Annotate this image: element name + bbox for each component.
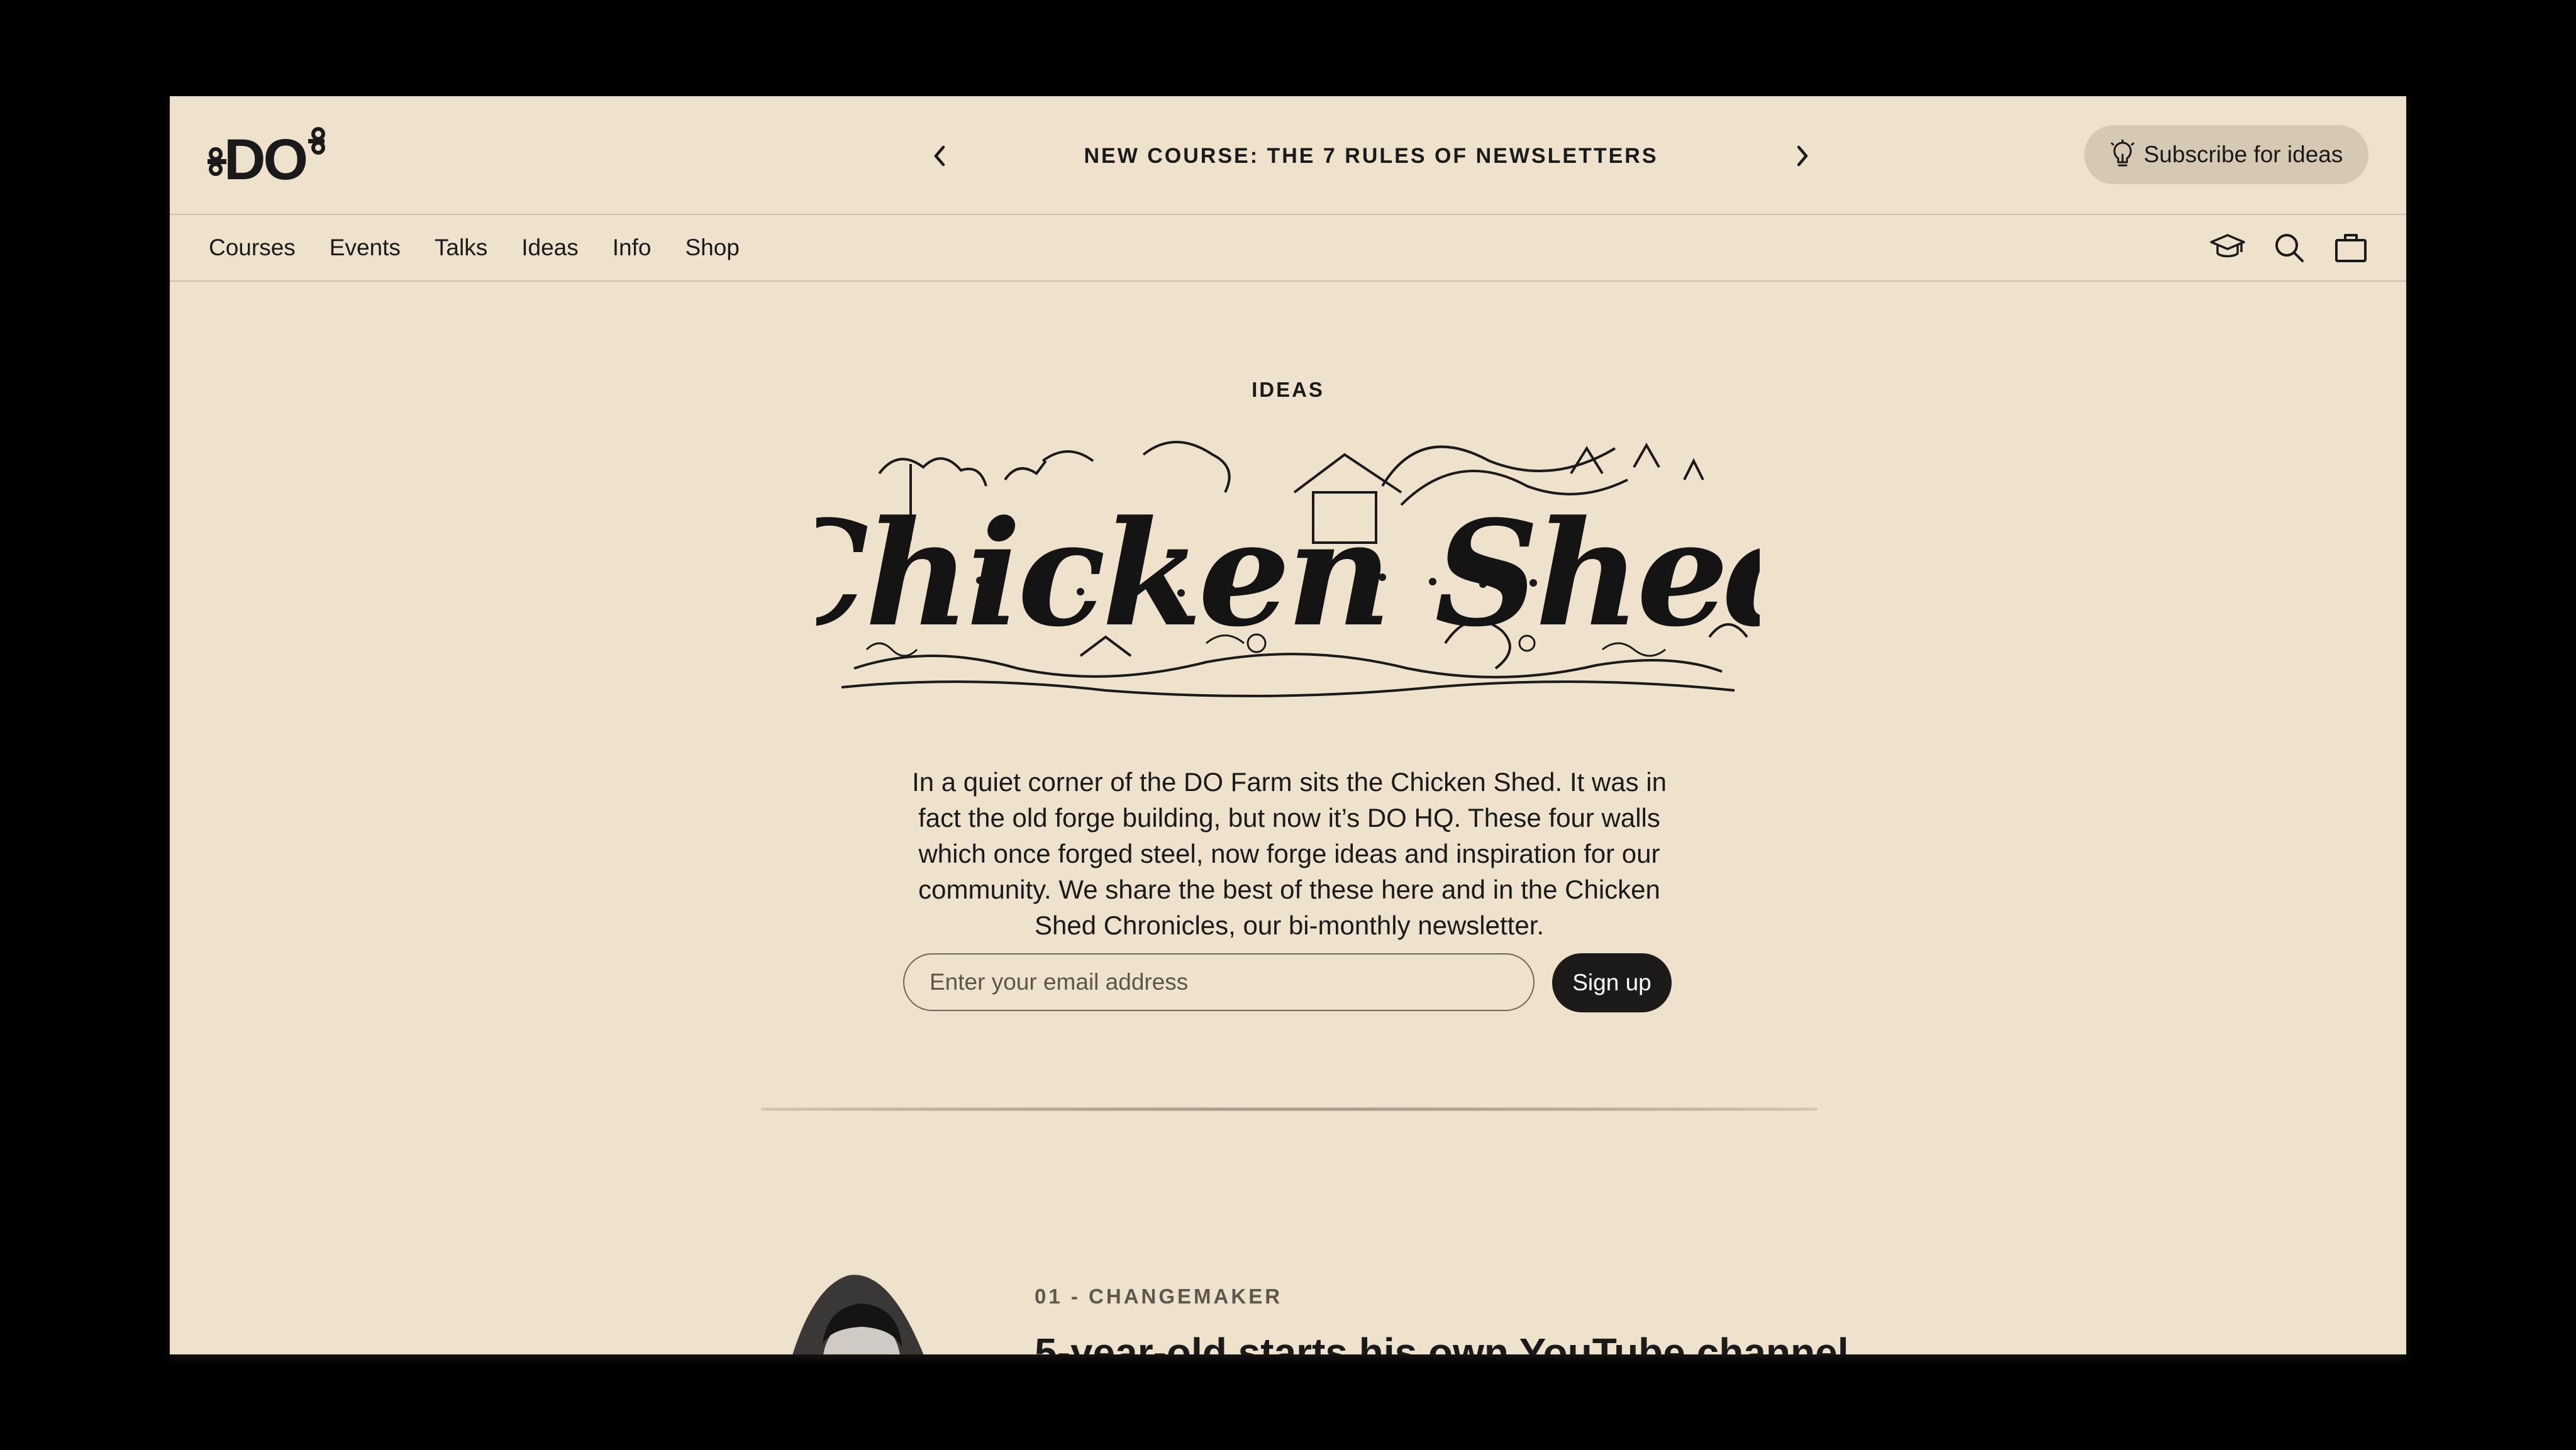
do-logo-mark: DO xyxy=(208,127,325,192)
shopping-bag-icon xyxy=(2335,234,2367,262)
nav-item-shop[interactable]: Shop xyxy=(685,235,739,261)
search-icon xyxy=(2275,234,2304,262)
announcement-carousel: NEW COURSE: THE 7 RULES OF NEWSLETTERS xyxy=(918,134,1824,178)
article-card[interactable]: 01 - CHANGEMAKER 5-year-old starts his o… xyxy=(170,1165,2406,1354)
logo-text: DO xyxy=(224,128,306,185)
newsletter-signup-form: Sign up xyxy=(903,953,1674,1014)
chicken-shed-illustration: Chicken Shed xyxy=(753,436,1827,706)
nav-item-courses[interactable]: Courses xyxy=(209,235,296,261)
article-thumbnail xyxy=(767,1269,956,1354)
section-eyebrow: IDEAS xyxy=(1252,378,1324,401)
nav-links: Courses Events Talks Ideas Info Shop xyxy=(209,215,740,280)
hero-lettering: Chicken Shed xyxy=(816,489,1760,659)
do-logo[interactable]: DO xyxy=(208,125,327,192)
nav-item-ideas[interactable]: Ideas xyxy=(521,235,579,261)
article-photo xyxy=(774,1275,950,1354)
announcement-prev-button[interactable] xyxy=(918,134,962,178)
nav-item-info[interactable]: Info xyxy=(613,235,652,261)
nav-item-events[interactable]: Events xyxy=(330,235,401,261)
browser-viewport: DO NEW COURSE: THE 7 RULES OF NEWSLETTER… xyxy=(170,96,2406,1354)
cart-button[interactable] xyxy=(2333,230,2368,265)
lightbulb-icon xyxy=(2111,140,2135,167)
section-divider xyxy=(761,1107,1818,1111)
announcement-text[interactable]: NEW COURSE: THE 7 RULES OF NEWSLETTERS xyxy=(975,134,1767,178)
courses-icon-button[interactable] xyxy=(2210,230,2245,265)
intro-paragraph: In a quiet corner of the DO Farm sits th… xyxy=(912,767,1667,940)
nav-icons xyxy=(2210,215,2368,280)
sign-up-button[interactable]: Sign up xyxy=(1552,953,1672,1012)
chevron-left-icon xyxy=(934,145,945,167)
article-category: 01 - CHANGEMAKER xyxy=(1035,1285,1283,1308)
email-input[interactable] xyxy=(903,953,1535,1011)
main-nav: Courses Events Talks Ideas Info Shop xyxy=(170,215,2406,282)
subscribe-label: Subscribe for ideas xyxy=(2143,141,2343,167)
announcement-next-button[interactable] xyxy=(1780,134,1824,178)
search-button[interactable] xyxy=(2272,230,2307,265)
article-title[interactable]: 5-year-old starts his own YouTube channe… xyxy=(1035,1329,1852,1354)
nav-item-talks[interactable]: Talks xyxy=(435,235,487,261)
top-header: DO NEW COURSE: THE 7 RULES OF NEWSLETTER… xyxy=(170,96,2406,215)
graduation-cap-icon xyxy=(2210,234,2245,258)
chicken-shed-artwork: Chicken Shed xyxy=(753,441,1827,697)
subscribe-button[interactable]: Subscribe for ideas xyxy=(2084,125,2368,184)
chevron-right-icon xyxy=(1797,145,1808,167)
